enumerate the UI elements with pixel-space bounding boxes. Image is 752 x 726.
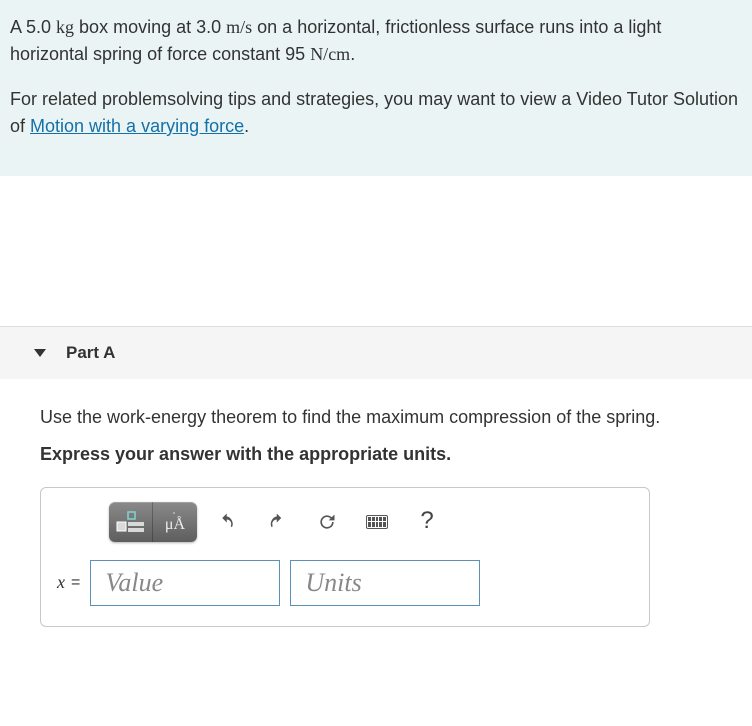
unit-kg: kg	[56, 17, 74, 37]
redo-button[interactable]	[257, 502, 297, 542]
equals-sign: =	[71, 570, 80, 596]
problem-text-1: A 5.0 kg box moving at 3.0 m/s on a hori…	[10, 14, 742, 68]
undo-button[interactable]	[207, 502, 247, 542]
units-placeholder: Units	[305, 562, 361, 604]
text: .	[244, 116, 249, 136]
templates-icon	[116, 510, 146, 534]
undo-icon	[217, 512, 237, 532]
text: box moving at 3.0	[74, 17, 226, 37]
video-tutor-link[interactable]: Motion with a varying force	[30, 116, 244, 136]
keyboard-icon	[366, 515, 388, 529]
part-title: Part A	[66, 343, 115, 363]
part-instruction: Use the work-energy theorem to find the …	[40, 403, 742, 432]
toolbar: ∘ μÅ ?	[109, 502, 633, 542]
part-bold-instruction: Express your answer with the appropriate…	[40, 440, 742, 469]
templates-button[interactable]	[109, 502, 153, 542]
symbols-icon: ∘ μÅ	[165, 510, 185, 533]
reset-icon	[317, 512, 337, 532]
toolbar-group: ∘ μÅ	[109, 502, 197, 542]
problem-text-2: For related problemsolving tips and stra…	[10, 86, 742, 140]
value-placeholder: Value	[105, 562, 163, 604]
part-a-header[interactable]: Part A	[0, 326, 752, 379]
spacer	[0, 176, 752, 326]
variable-label: x	[57, 568, 65, 597]
redo-icon	[267, 512, 287, 532]
text: A 5.0	[10, 17, 56, 37]
input-row: x = Value Units	[57, 560, 633, 606]
part-a-body: Use the work-energy theorem to find the …	[0, 379, 752, 637]
keyboard-button[interactable]	[357, 502, 397, 542]
units-input[interactable]: Units	[290, 560, 480, 606]
chevron-down-icon	[34, 349, 46, 357]
value-input[interactable]: Value	[90, 560, 280, 606]
symbols-button[interactable]: ∘ μÅ	[153, 502, 197, 542]
text: .	[350, 44, 355, 64]
problem-statement: A 5.0 kg box moving at 3.0 m/s on a hori…	[0, 0, 752, 176]
reset-button[interactable]	[307, 502, 347, 542]
answer-box: ∘ μÅ ? x	[40, 487, 650, 627]
help-button[interactable]: ?	[407, 502, 447, 542]
unit-ncm: N/cm	[310, 44, 350, 64]
unit-ms: m/s	[226, 17, 252, 37]
